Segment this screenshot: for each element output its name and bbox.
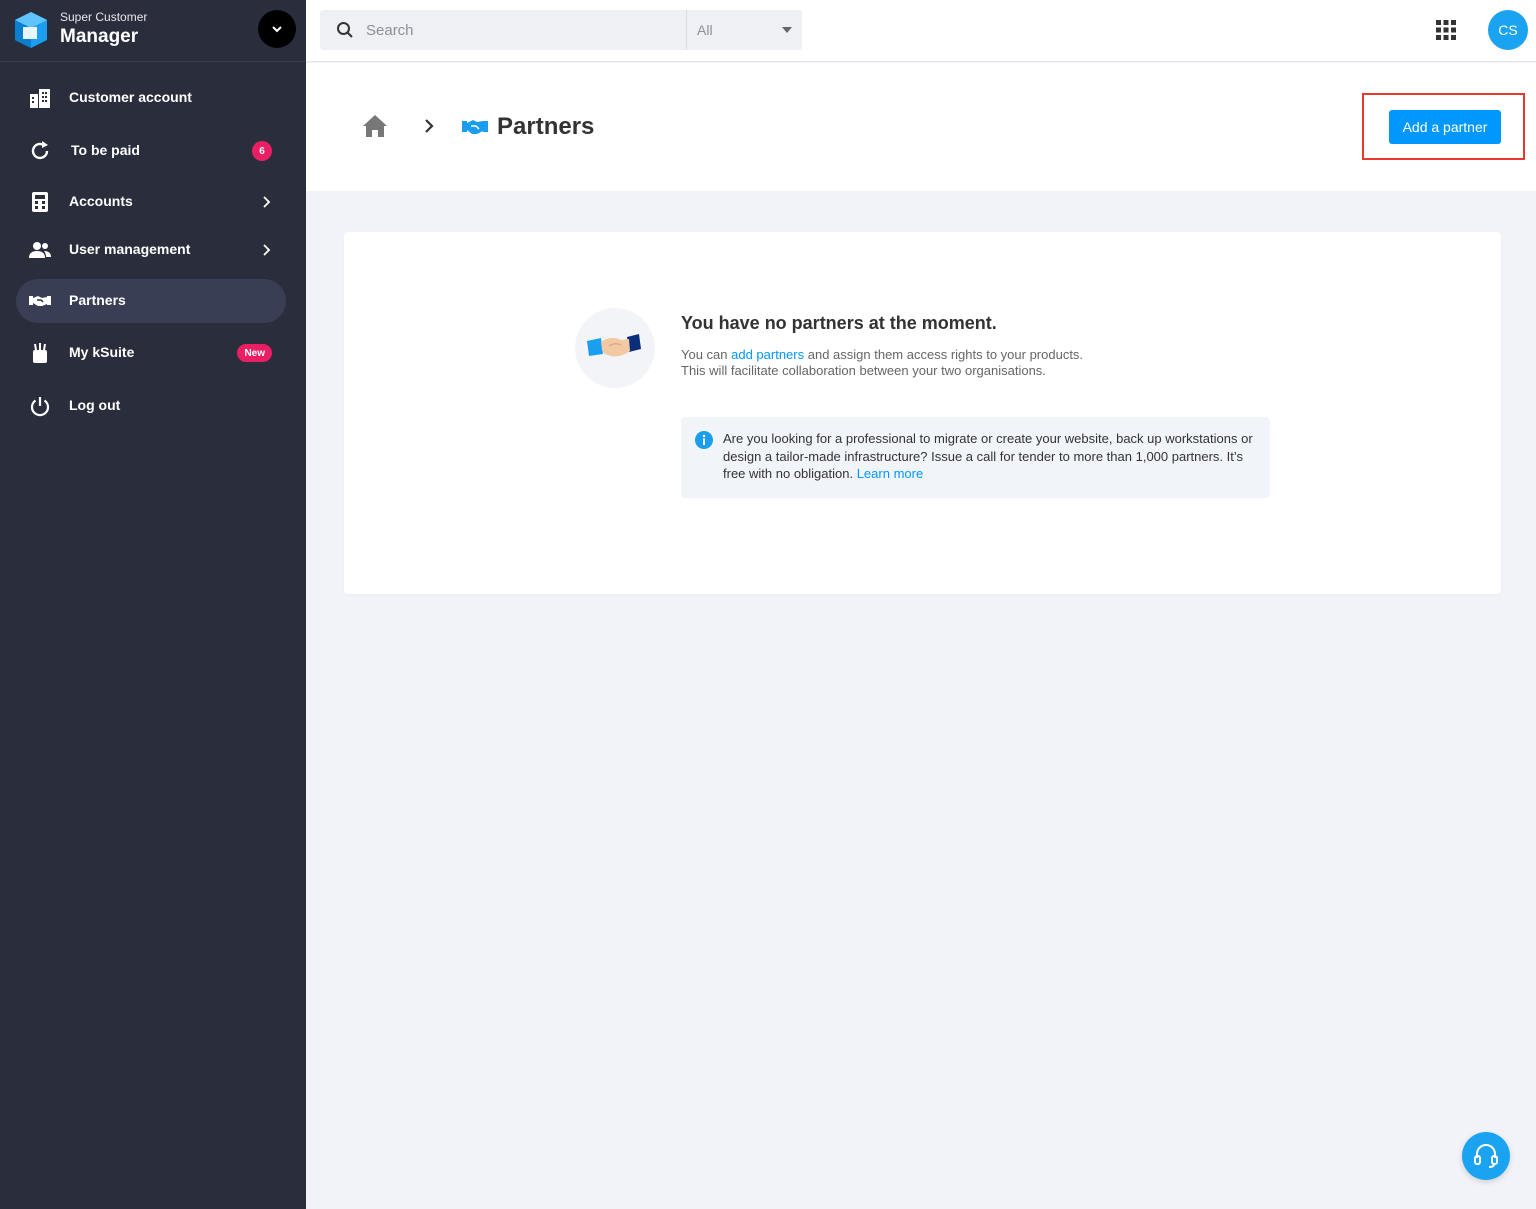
support-button[interactable]	[1462, 1132, 1510, 1180]
apps-grid-icon[interactable]	[1434, 18, 1458, 42]
chevron-right-icon	[425, 119, 434, 133]
page-title: Partners	[497, 113, 595, 140]
brand-header: Super Customer Manager	[0, 0, 306, 62]
sidebar-item-label: My kSuite	[69, 344, 135, 360]
chevron-right-icon	[263, 196, 271, 208]
empty-state-title: You have no partners at the moment.	[681, 313, 997, 333]
refresh-icon	[28, 139, 52, 163]
sidebar-item-label: Partners	[69, 292, 126, 308]
desc-line2: This will facilitate collaboration betwe…	[681, 363, 1046, 378]
sidebar-item-log-out[interactable]: Log out	[16, 384, 286, 428]
empty-state-description: You can add partners and assign them acc…	[681, 347, 1201, 379]
top-bar: All CS	[306, 0, 1536, 62]
brand-dropdown-button[interactable]	[258, 10, 296, 48]
info-text: Are you looking for a professional to mi…	[723, 430, 1253, 483]
search-input[interactable]	[366, 18, 676, 42]
sidebar-item-to-be-paid[interactable]: To be paid 6	[16, 129, 286, 173]
desc-prefix: You can	[681, 347, 732, 362]
info-box: Are you looking for a professional to mi…	[681, 417, 1270, 498]
search-bar: All	[320, 10, 802, 50]
count-badge: 6	[252, 141, 272, 161]
chevron-down-icon	[272, 26, 282, 33]
chevron-right-icon	[263, 244, 271, 256]
sidebar-item-label: Log out	[69, 397, 121, 413]
add-partner-button[interactable]: Add a partner	[1389, 110, 1501, 144]
sidebar-item-label: User management	[69, 241, 191, 257]
info-icon	[695, 431, 713, 449]
page-header: Partners Add a partner	[306, 63, 1536, 191]
sidebar-item-user-management[interactable]: User management	[16, 228, 286, 272]
handshake-icon	[462, 120, 488, 134]
building-icon	[28, 86, 52, 110]
ksuite-icon	[28, 341, 52, 365]
manager-logo-icon	[15, 12, 47, 48]
empty-state-card: You have no partners at the moment. You …	[344, 232, 1501, 594]
search-filter-value: All	[697, 22, 713, 38]
home-icon[interactable]	[362, 113, 388, 139]
sidebar-item-label: Customer account	[69, 89, 192, 105]
new-badge: New	[237, 344, 272, 362]
sidebar-item-label: To be paid	[71, 142, 140, 158]
handshake-illustration	[575, 308, 655, 388]
headset-icon	[1474, 1144, 1498, 1168]
handshake-illustration-icon	[587, 334, 641, 357]
brand-subtitle: Super Customer	[60, 10, 148, 24]
sidebar-item-customer-account[interactable]: Customer account	[16, 76, 286, 120]
search-icon	[337, 22, 353, 38]
desc-suffix: and assign them access rights to your pr…	[804, 347, 1084, 362]
sidebar: Super Customer Manager Customer account …	[0, 0, 306, 1209]
add-partners-link[interactable]: add partners	[731, 347, 804, 362]
user-avatar[interactable]: CS	[1488, 10, 1528, 50]
sidebar-item-label: Accounts	[69, 193, 133, 209]
handshake-icon	[28, 289, 52, 313]
power-icon	[28, 394, 52, 418]
sidebar-item-partners[interactable]: Partners	[16, 279, 286, 323]
sidebar-item-my-ksuite[interactable]: My kSuite New	[16, 331, 286, 375]
info-message: Are you looking for a professional to mi…	[723, 431, 1253, 481]
search-filter-select[interactable]: All	[687, 10, 802, 50]
sidebar-item-accounts[interactable]: Accounts	[16, 180, 286, 224]
calculator-icon	[28, 190, 52, 214]
learn-more-link[interactable]: Learn more	[857, 466, 923, 481]
users-icon	[28, 238, 52, 262]
brand-title: Manager	[60, 26, 139, 47]
caret-down-icon	[782, 27, 792, 33]
